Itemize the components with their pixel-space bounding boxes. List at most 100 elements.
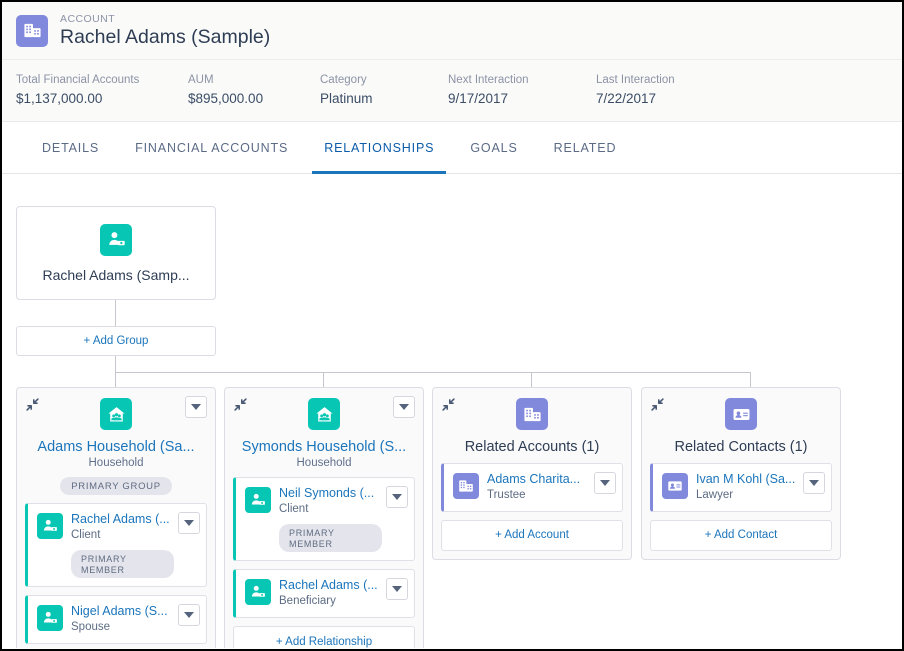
connector-to-group-3 [750, 372, 751, 387]
member-menu-button[interactable] [803, 472, 825, 494]
group-badge: PRIMARY GROUP [60, 477, 172, 495]
group-card-related-accounts: Related Accounts (1) Adams Charita... Tr… [432, 387, 632, 560]
person-money-icon [37, 605, 63, 632]
member-role: Client [71, 529, 101, 541]
member-text: Rachel Adams (... Beneficiary [279, 578, 378, 609]
chevron-down-icon [399, 404, 409, 410]
member-name[interactable]: Ivan M Kohl (Sa... [696, 472, 795, 487]
add-relationship-button[interactable]: + Add Relationship [233, 626, 415, 648]
member-row[interactable]: Rachel Adams (... Client PRIMARY MEMBER [25, 503, 207, 588]
metric-value: 7/22/2017 [596, 91, 657, 107]
account-building-icon [16, 14, 48, 47]
group-members-list: Neil Symonds (... Client PRIMARY MEMBER [225, 469, 423, 648]
person-money-icon [245, 579, 271, 606]
contact-card-icon [725, 398, 757, 430]
member-name[interactable]: Adams Charita... [487, 472, 580, 487]
member-name[interactable]: Rachel Adams (... [279, 578, 378, 593]
member-role: Spouse [71, 621, 111, 634]
person-money-icon [37, 513, 63, 539]
tab-relationships[interactable]: RELATIONSHIPS [306, 122, 452, 174]
tab-financial-accounts[interactable]: FINANCIAL ACCOUNTS [117, 122, 306, 174]
metric-label: Last Interaction [596, 73, 675, 86]
chevron-down-icon [600, 480, 610, 486]
tab-goals[interactable]: GOALS [452, 122, 535, 174]
tab-related[interactable]: RELATED [536, 122, 635, 174]
group-members-list: Rachel Adams (... Client PRIMARY MEMBER [17, 495, 215, 648]
metric-value: $1,137,000.00 [16, 91, 103, 107]
root-account-name[interactable]: Rachel Adams (Samp... [42, 267, 189, 283]
chevron-down-icon [392, 586, 402, 593]
group-title[interactable]: Adams Household (Sa... [37, 439, 194, 455]
group-title[interactable]: Symonds Household (S... [242, 439, 406, 455]
member-menu-button[interactable] [594, 472, 616, 494]
account-building-icon [516, 398, 548, 430]
record-header: ACCOUNT Rachel Adams (Sample) [2, 2, 902, 60]
group-menu-button[interactable] [185, 396, 207, 418]
member-row[interactable]: Rachel Adams (... Beneficiary [233, 569, 415, 619]
member-row[interactable]: Nigel Adams (S... Spouse [25, 595, 207, 645]
member-menu-button[interactable] [386, 486, 408, 508]
person-money-icon [245, 487, 271, 513]
tab-details[interactable]: DETAILS [24, 122, 117, 174]
metric-value: 9/17/2017 [448, 91, 509, 107]
member-row[interactable]: Adams Charita... Trustee [441, 463, 623, 512]
member-text: Neil Symonds (... Client PRIMARY MEMBER [279, 486, 382, 553]
relationship-tree-canvas: Rachel Adams (Samp... + Add Group Adams … [2, 174, 902, 648]
group-card-adams-household: Adams Household (Sa... Household PRIMARY… [16, 387, 216, 648]
member-badge: PRIMARY MEMBER [71, 549, 174, 579]
group-title: Related Contacts (1) [674, 439, 808, 455]
metric-label: Total Financial Accounts [16, 73, 140, 86]
member-role: Client [279, 503, 309, 515]
member-menu-button[interactable] [178, 604, 200, 627]
group-card-symonds-household: Symonds Household (S... Household Neil S… [224, 387, 424, 648]
member-text: Rachel Adams (... Client PRIMARY MEMBER [71, 512, 174, 579]
chevron-down-icon [184, 520, 194, 526]
member-text: Nigel Adams (S... Spouse [71, 604, 168, 635]
account-relationships-page: ACCOUNT Rachel Adams (Sample) Total Fina… [0, 0, 904, 651]
group-title: Related Accounts (1) [464, 439, 600, 455]
person-money-icon [100, 223, 132, 256]
collapse-icon[interactable] [234, 398, 247, 411]
metric-category: Category Platinum [320, 73, 448, 108]
group-subtitle: Household [88, 457, 144, 469]
metric-label: AUM [188, 73, 214, 86]
add-account-button[interactable]: + Add Account [441, 519, 623, 551]
collapse-icon[interactable] [651, 398, 664, 411]
metric-label: Next Interaction [448, 73, 529, 86]
connector-to-group-0 [115, 372, 116, 387]
group-members-list: Adams Charita... Trustee + Add Account [433, 455, 631, 559]
account-building-icon [453, 473, 479, 499]
household-home-icon [100, 398, 132, 430]
member-name[interactable]: Neil Symonds (... [279, 486, 382, 501]
member-row[interactable]: Ivan M Kohl (Sa... Lawyer [650, 463, 832, 512]
member-name[interactable]: Rachel Adams (... [71, 512, 174, 527]
collapse-icon[interactable] [26, 398, 39, 411]
group-card-related-contacts: Related Contacts (1) Ivan M Kohl (Sa... … [641, 387, 841, 560]
group-subtitle: Household [296, 457, 352, 469]
member-text: Adams Charita... Trustee [487, 472, 580, 503]
metric-next-interaction: Next Interaction 9/17/2017 [448, 73, 596, 108]
tree-root-card[interactable]: Rachel Adams (Samp... [16, 206, 216, 300]
contact-card-icon [662, 473, 688, 499]
connector-root-to-addgroup [115, 300, 116, 326]
metric-value: Platinum [320, 91, 373, 107]
connector-to-group-1 [323, 372, 324, 387]
member-menu-button[interactable] [386, 578, 408, 601]
chevron-down-icon [184, 612, 194, 619]
group-card-header: Symonds Household (S... Household [225, 388, 423, 469]
member-role: Trustee [487, 489, 526, 501]
member-role: Lawyer [696, 489, 734, 501]
member-row[interactable]: Neil Symonds (... Client PRIMARY MEMBER [233, 477, 415, 562]
metric-value: $895,000.00 [188, 91, 264, 107]
member-name[interactable]: Nigel Adams (S... [71, 604, 168, 619]
member-text: Ivan M Kohl (Sa... Lawyer [696, 472, 795, 503]
collapse-icon[interactable] [442, 398, 455, 411]
metric-aum: AUM $895,000.00 [188, 73, 320, 108]
chevron-down-icon [191, 404, 201, 410]
add-contact-button[interactable]: + Add Contact [650, 519, 832, 551]
metric-last-interaction: Last Interaction 7/22/2017 [596, 73, 746, 108]
group-menu-button[interactable] [393, 396, 415, 418]
group-card-header: Related Accounts (1) [433, 388, 631, 455]
member-menu-button[interactable] [178, 512, 200, 534]
add-group-button[interactable]: + Add Group [16, 326, 216, 356]
